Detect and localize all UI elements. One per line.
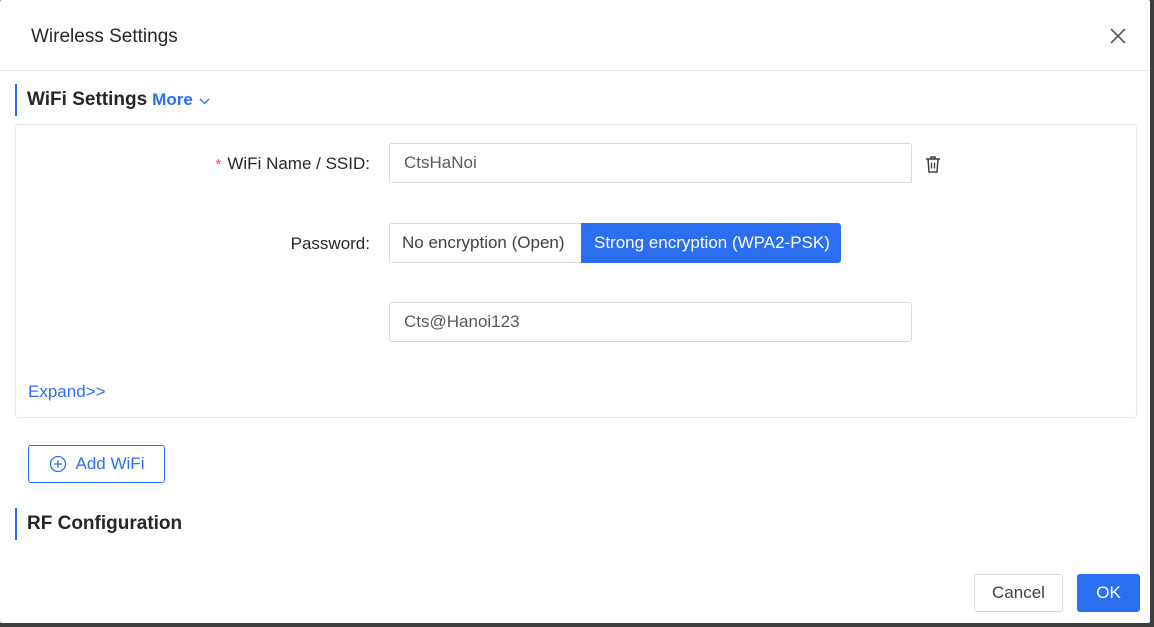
backdrop-edge-right xyxy=(1150,0,1154,627)
ssid-label-text: WiFi Name / SSID xyxy=(227,154,366,173)
expand-link[interactable]: Expand>> xyxy=(28,382,106,402)
required-mark: * xyxy=(215,156,222,173)
ok-button[interactable]: OK xyxy=(1077,574,1140,612)
chevron-down-icon xyxy=(199,98,210,104)
ssid-input[interactable]: CtsHaNoi xyxy=(389,143,912,183)
trash-icon xyxy=(926,156,940,173)
delete-wifi-button[interactable] xyxy=(923,154,943,174)
add-wifi-label: Add WiFi xyxy=(75,454,145,473)
password-label: Password: xyxy=(291,234,370,254)
ssid-label: * WiFi Name / SSID: xyxy=(216,154,370,174)
dialog-header: Wireless Settings xyxy=(0,0,1150,71)
plus-circle-icon xyxy=(49,455,66,473)
close-icon xyxy=(1110,28,1126,44)
wifi-card: * WiFi Name / SSID: CtsHaNoi Password: No… xyxy=(15,124,1137,418)
rf-configuration-heading: RF Configuration xyxy=(15,508,182,540)
backdrop-edge-bottom xyxy=(0,623,1154,627)
wireless-settings-dialog: Wireless Settings WiFi Settings More * Wi… xyxy=(0,0,1150,623)
ssid-label-colon: : xyxy=(365,154,370,173)
encryption-open-option[interactable]: No encryption (Open) xyxy=(389,223,581,263)
rf-configuration-title[interactable]: RF Configuration xyxy=(27,513,182,535)
close-button[interactable] xyxy=(1108,26,1128,46)
more-link[interactable]: More xyxy=(152,90,210,110)
wifi-settings-heading: WiFi Settings More xyxy=(15,84,210,116)
add-wifi-button[interactable]: Add WiFi xyxy=(28,445,165,483)
wifi-settings-title: WiFi Settings xyxy=(27,89,148,110)
dialog-title: Wireless Settings xyxy=(31,26,178,47)
more-label: More xyxy=(152,90,193,109)
encryption-wpa2-option[interactable]: Strong encryption (WPA2-PSK) xyxy=(581,223,841,263)
encryption-selector: No encryption (Open) Strong encryption (… xyxy=(389,223,841,263)
password-label-text: Password xyxy=(290,234,366,253)
password-input[interactable]: Cts@Hanoi123 xyxy=(389,302,912,342)
password-label-colon: : xyxy=(365,234,370,253)
cancel-button[interactable]: Cancel xyxy=(974,574,1063,612)
